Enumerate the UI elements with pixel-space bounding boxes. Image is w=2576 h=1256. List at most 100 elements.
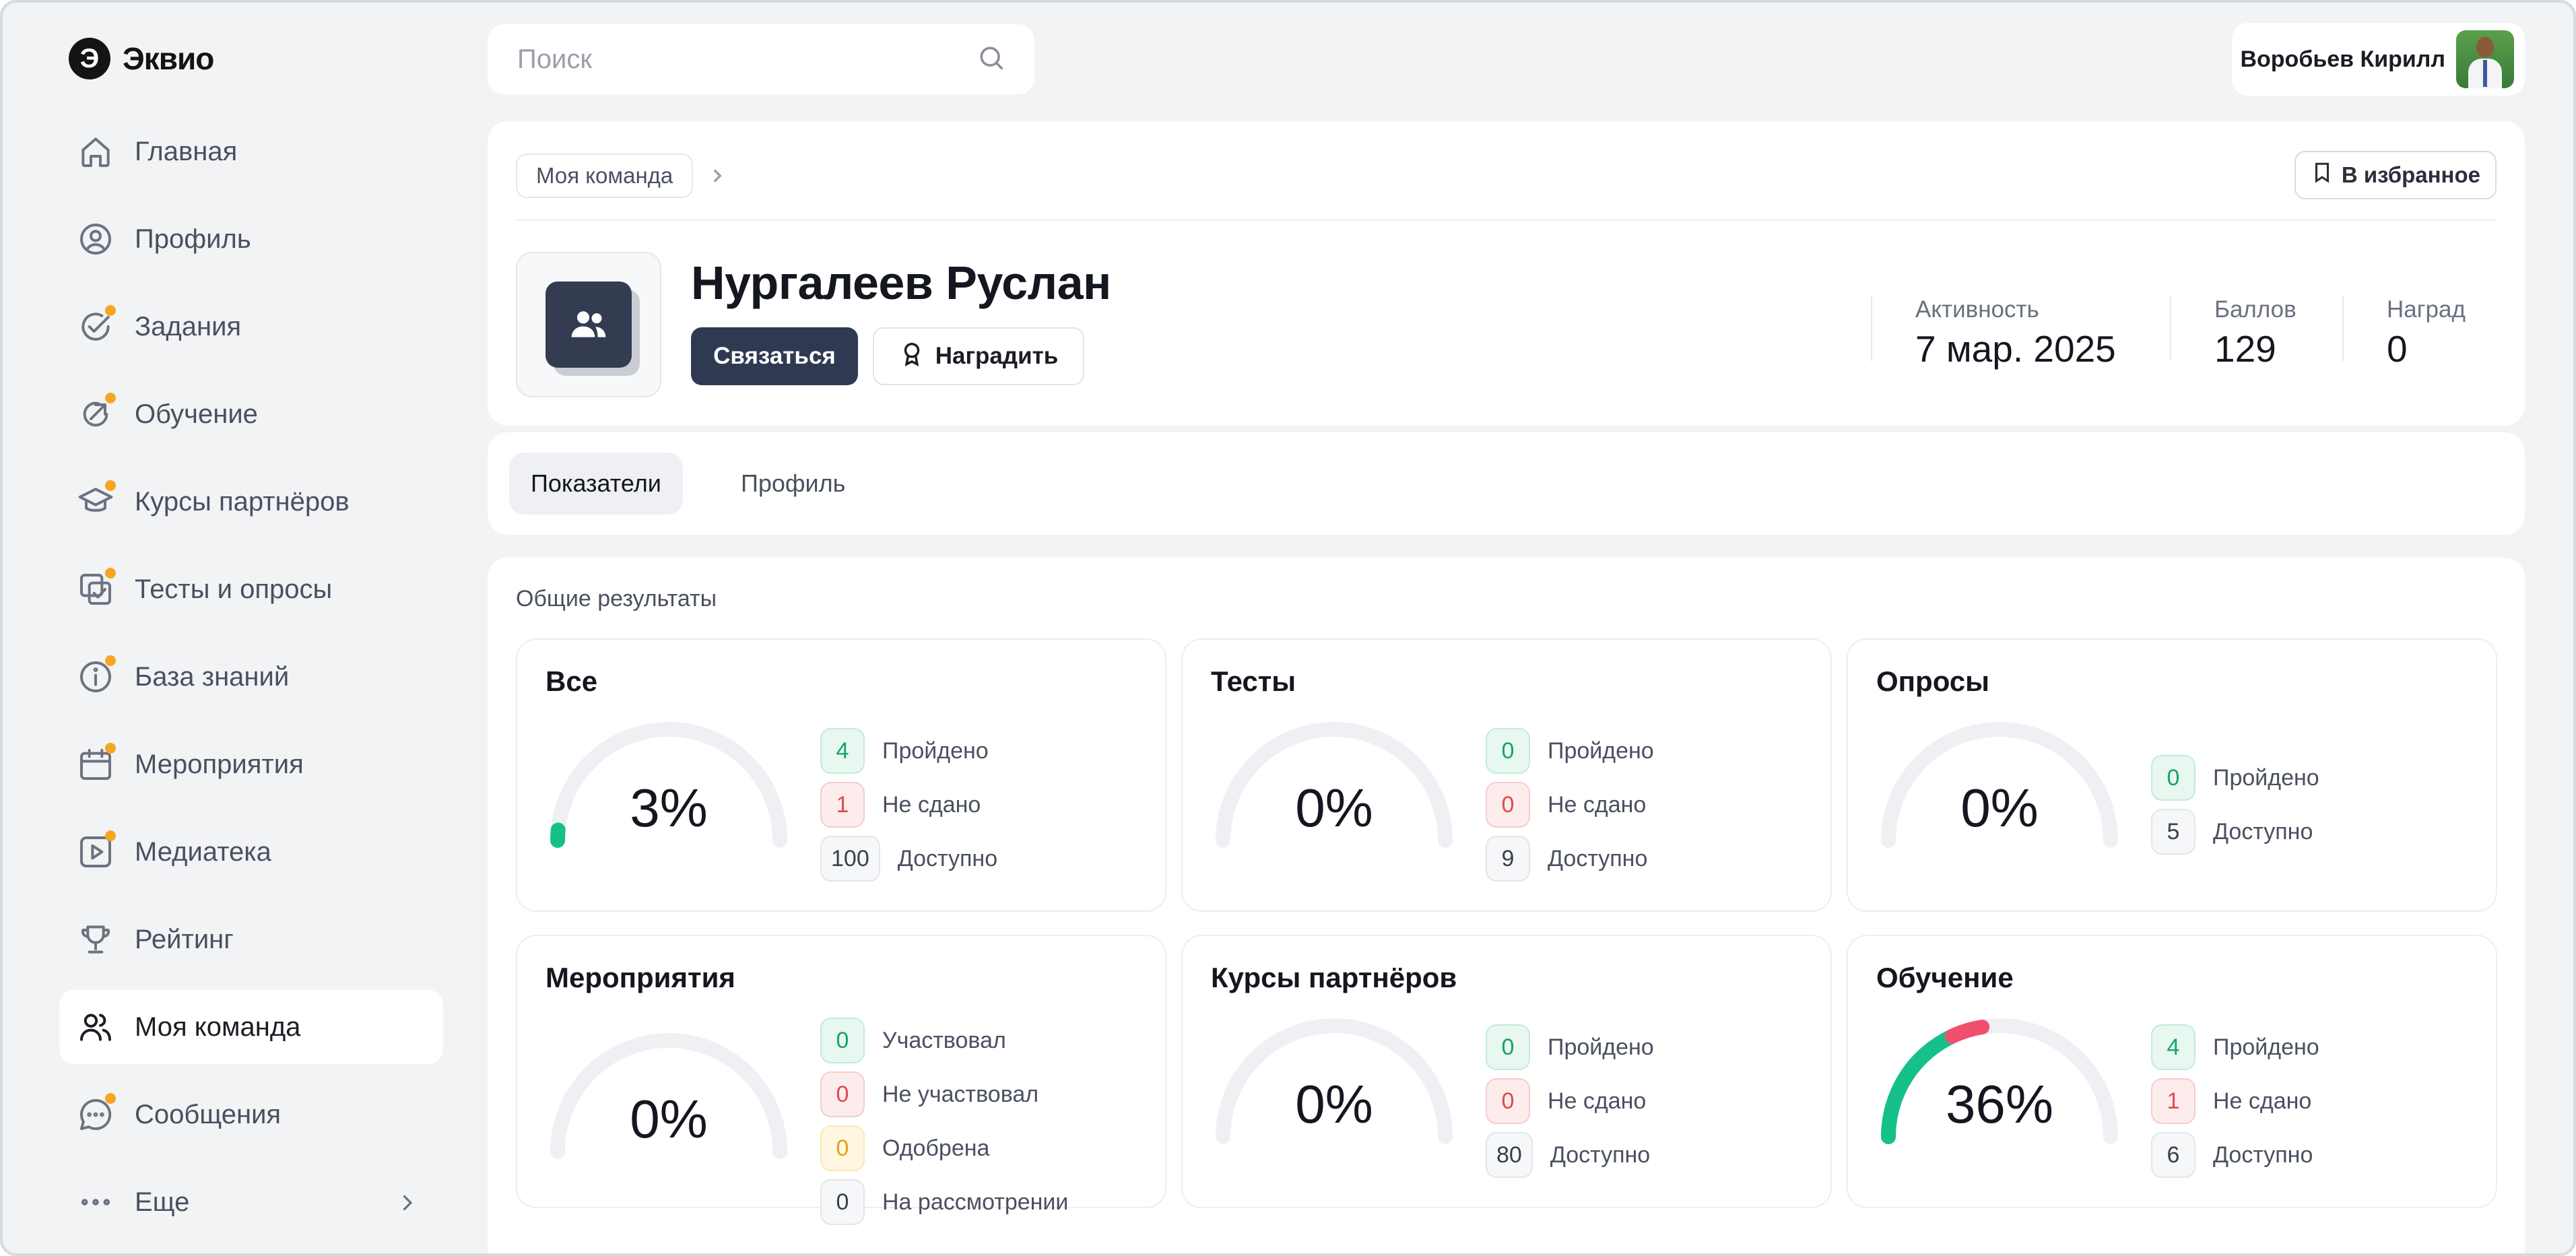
count-badge: 0 (820, 1018, 865, 1063)
notification-dot (105, 393, 116, 403)
sidebar-item[interactable]: Профиль (59, 202, 443, 276)
count-badge: 1 (2151, 1078, 2195, 1124)
profile-card: Моя команда В избранное Нургалеев Руслан… (488, 121, 2525, 426)
sidebar-item[interactable]: Еще (59, 1165, 443, 1239)
sidebar-item-label: База знаний (135, 661, 290, 692)
legend-label: Не участвовал (882, 1081, 1039, 1107)
sidebar-item[interactable]: Мероприятия (59, 727, 443, 801)
breadcrumb-item[interactable]: Моя команда (516, 154, 694, 198)
legend-row: 1 Не сдано (820, 781, 997, 828)
legend-label: Доступно (897, 845, 998, 871)
sidebar-item[interactable]: Сообщения (59, 1078, 443, 1152)
logo-text: Эквио (123, 41, 214, 76)
legend-label: Доступно (1548, 845, 1648, 871)
legend: 4 Пройдено 1 Не сдано 100 Доступно (820, 727, 997, 889)
sidebar-item[interactable]: Тесты и опросы (59, 552, 443, 626)
search-input[interactable] (516, 43, 977, 75)
tab-profile[interactable]: Профиль (719, 453, 867, 515)
sidebar-item-label: Еще (135, 1187, 190, 1217)
result-card-title: Опросы (1876, 665, 1990, 697)
notification-dot (105, 1093, 116, 1104)
sidebar-item[interactable]: Главная (59, 114, 443, 189)
stat-value: 0 (2387, 328, 2408, 370)
result-card: Мероприятия 0% 0 Участвовал 0 Не участвовал 0 О… (516, 935, 1166, 1225)
count-badge: 80 (1486, 1132, 1533, 1178)
count-badge: 4 (820, 728, 865, 774)
trophy-icon (77, 921, 114, 958)
brand-logo[interactable]: Э Эквио (69, 38, 214, 79)
sidebar-item[interactable]: Курсы партнёров (59, 465, 443, 539)
result-card: Тесты 0% 0 Пройдено 0 Не сдано 9 Доступно (1181, 638, 1832, 912)
count-badge: 0 (1486, 782, 1530, 828)
chevron-right-icon (395, 1191, 419, 1218)
calendar-icon (77, 743, 116, 783)
result-card-title: Мероприятия (546, 962, 735, 993)
result-card-title: Тесты (1211, 665, 1296, 697)
award-icon (899, 340, 925, 373)
notification-dot (105, 568, 116, 579)
stat-label: Активность (1915, 296, 2039, 323)
legend-row: 0 Одобрена (820, 1125, 1068, 1172)
team-avatar (516, 252, 661, 397)
count-badge: 5 (2151, 809, 2195, 855)
user-circle-icon (77, 220, 114, 258)
users-icon (77, 1008, 114, 1046)
sidebar-item[interactable]: База знаний (59, 640, 443, 714)
legend-label: Пройдено (1548, 737, 1654, 764)
legend: 0 Пройдено 0 Не сдано 9 Доступно (1486, 727, 1654, 889)
sidebar-item-label: Задания (135, 311, 242, 341)
contact-button[interactable]: Связаться (691, 327, 858, 385)
legend-row: 1 Не сдано (2151, 1078, 2319, 1125)
count-badge: 4 (2151, 1024, 2195, 1070)
legend-row: 4 Пройдено (2151, 1024, 2319, 1071)
sidebar-item[interactable]: Моя команда (59, 990, 443, 1064)
legend-label: На рассмотрении (882, 1189, 1069, 1215)
result-card: Курсы партнёров 0% 0 Пройдено 0 Не сдано 80 Дос… (1181, 935, 1832, 1208)
legend: 0 Пройдено 0 Не сдано 80 Доступно (1486, 1024, 1654, 1185)
notification-dot (105, 743, 116, 754)
sidebar-item-label: Сообщения (135, 1099, 282, 1129)
home-icon (77, 133, 114, 170)
reward-button[interactable]: Наградить (873, 327, 1084, 385)
chevron-right-icon (706, 164, 729, 191)
favorite-button[interactable]: В избранное (2294, 151, 2497, 199)
user-menu[interactable]: Воробьев Кирилл (2232, 23, 2525, 96)
result-card-title: Все (546, 665, 598, 697)
user-name: Воробьев Кирилл (2240, 46, 2445, 72)
sidebar-item[interactable]: Рейтинг (59, 902, 443, 977)
sidebar-item-label: Курсы партнёров (135, 486, 350, 517)
legend-label: Не сдано (882, 791, 981, 818)
legend-row: 5 Доступно (2151, 808, 2319, 855)
percent-value: 0% (1960, 778, 2039, 838)
count-badge: 1 (820, 782, 865, 828)
sidebar-item[interactable]: Обучение (59, 377, 443, 451)
legend-row: 0 Не сдано (1486, 1078, 1654, 1125)
gauge-failed-arc (1944, 1020, 1990, 1044)
count-badge: 0 (1486, 1078, 1530, 1124)
percent-value: 0% (630, 1089, 708, 1149)
tabs-card: Показатели Профиль (488, 432, 2525, 535)
count-badge: 9 (1486, 836, 1530, 882)
percent-value: 36% (1945, 1074, 2054, 1134)
legend-row: 0 Пройдено (2151, 754, 2319, 801)
legend-label: Доступно (2213, 1142, 2313, 1168)
search-box[interactable] (488, 24, 1034, 94)
legend-row: 6 Доступно (2151, 1131, 2319, 1179)
notification-dot (105, 655, 116, 666)
sidebar-item[interactable]: Задания (59, 290, 443, 364)
legend-row: 0 Пройдено (1486, 727, 1654, 774)
legend-label: Пройдено (1548, 1034, 1654, 1060)
percent-value: 0% (1295, 1074, 1373, 1134)
legend-row: 0 Не сдано (1486, 781, 1654, 828)
tab-indicators[interactable]: Показатели (509, 453, 683, 515)
legend-label: Не сдано (1548, 791, 1647, 818)
legend-row: 80 Доступно (1486, 1131, 1654, 1179)
sidebar-item-label: Обучение (135, 399, 258, 429)
search-icon[interactable] (977, 43, 1006, 76)
result-card: Обучение 36% 4 Пройдено 1 Не сдано 6 Доступно (1847, 935, 2497, 1208)
legend-row: 0 Участвовал (820, 1017, 1068, 1064)
sidebar-item[interactable]: Медиатека (59, 815, 443, 889)
play-square-icon (77, 830, 116, 871)
info-circle-icon (77, 655, 116, 696)
more-icon (77, 1183, 114, 1221)
